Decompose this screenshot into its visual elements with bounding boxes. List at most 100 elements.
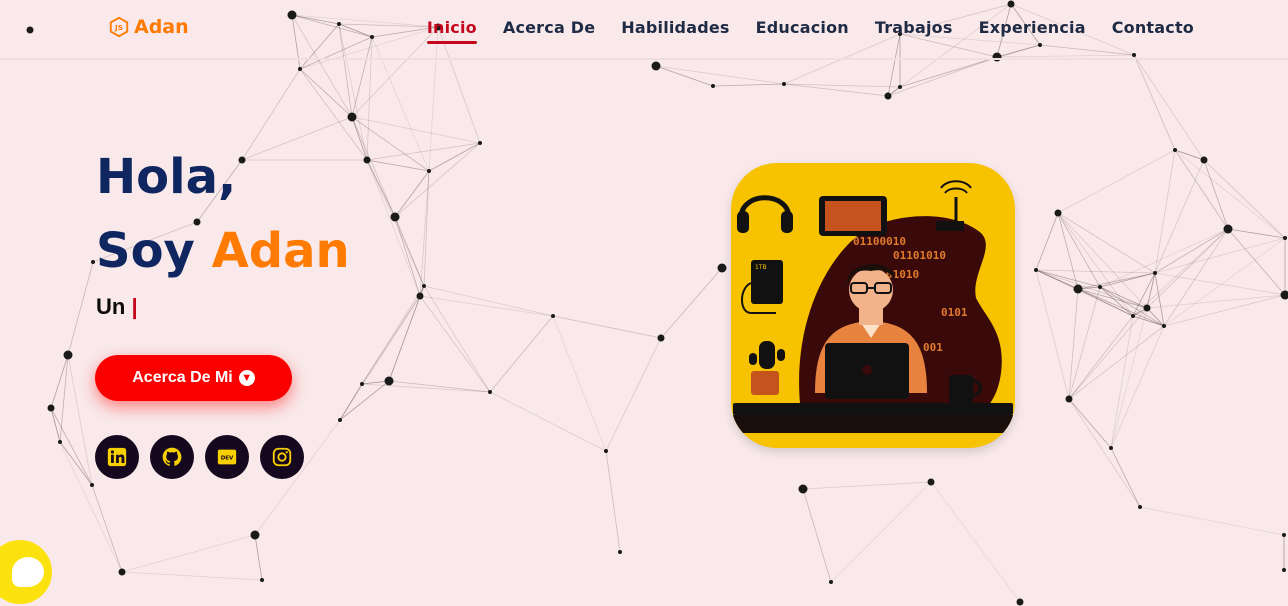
svg-text:1TB: 1TB: [755, 264, 767, 271]
hero-greeting: Hola,: [96, 149, 237, 205]
hero-intro-prefix: Soy: [96, 223, 195, 279]
network-link: [489, 315, 554, 393]
network-node: [298, 67, 302, 71]
network-link: [254, 534, 263, 581]
binary-line-1: 01100010: [853, 235, 906, 248]
router-icon: [936, 180, 972, 231]
hero-text: Hola, Soy Adan Un |: [96, 140, 350, 320]
nav-item-experiencia[interactable]: Experiencia: [979, 18, 1086, 43]
network-node: [884, 92, 892, 100]
network-link: [1203, 159, 1286, 239]
binary-line-4: 0101: [941, 306, 968, 319]
network-node: [711, 84, 715, 88]
network-node: [1223, 224, 1233, 234]
network-link: [1057, 212, 1156, 274]
network-node: [1162, 324, 1166, 328]
network-node: [717, 263, 727, 273]
github-link[interactable]: [150, 435, 194, 479]
network-link: [802, 481, 932, 490]
linkedin-icon: [107, 447, 127, 467]
network-link: [1035, 269, 1070, 400]
network-link: [394, 170, 430, 218]
nav-item-educacion[interactable]: Educacion: [756, 18, 849, 43]
network-link: [830, 481, 932, 583]
network-link: [1110, 315, 1134, 449]
network-node: [1143, 304, 1151, 312]
network-link: [1099, 272, 1156, 288]
network-node: [829, 580, 833, 584]
dev-link[interactable]: DEV: [205, 435, 249, 479]
network-link: [50, 407, 93, 486]
typed-prefix: Un: [96, 294, 126, 319]
network-node: [1131, 314, 1135, 318]
network-link: [366, 159, 425, 287]
network-node: [58, 440, 62, 444]
network-node: [1200, 156, 1208, 164]
network-link: [1203, 159, 1229, 230]
network-link: [1057, 212, 1079, 290]
network-link: [121, 534, 256, 573]
desk-front: [733, 415, 1013, 433]
network-node: [1138, 505, 1142, 509]
social-links: DEV: [95, 435, 304, 479]
network-link: [388, 295, 421, 382]
instagram-link[interactable]: [260, 435, 304, 479]
network-node: [347, 112, 357, 122]
network-link: [1174, 149, 1205, 161]
network-link: [712, 83, 785, 87]
nav-item-contacto[interactable]: Contacto: [1112, 18, 1194, 43]
network-link: [1154, 228, 1229, 274]
network-link: [1099, 286, 1148, 309]
chat-bubble-icon: [12, 557, 44, 587]
svg-text:JS: JS: [114, 23, 123, 32]
nav-item-inicio[interactable]: Inicio: [426, 18, 477, 44]
headphones-icon: [737, 195, 793, 233]
arrow-down-circle-icon: ▼: [238, 370, 255, 386]
github-icon: [162, 447, 182, 466]
network-link: [489, 391, 607, 452]
nav-item-trabajos[interactable]: Trabajos: [875, 18, 953, 43]
tablet-icon: [819, 196, 887, 236]
binary-line-2: 01101010: [893, 249, 946, 262]
about-me-button[interactable]: Acerca De Mi ▼: [95, 355, 292, 401]
network-link: [91, 484, 123, 573]
brand-logo[interactable]: JS Adan: [108, 16, 189, 38]
network-link: [1110, 447, 1141, 508]
network-link: [1133, 54, 1205, 161]
network-node: [1153, 271, 1157, 275]
network-node: [1034, 268, 1038, 272]
network-node: [798, 484, 808, 494]
network-link: [339, 380, 390, 421]
nav-item-habilidades[interactable]: Habilidades: [621, 18, 729, 43]
network-node: [1109, 446, 1113, 450]
network-node: [363, 156, 371, 164]
main-nav: Inicio Acerca De Habilidades Educacion T…: [426, 18, 1194, 44]
hero-name: Adan: [211, 223, 350, 279]
network-node: [604, 449, 608, 453]
top-navbar: JS Adan Inicio Acerca De Habilidades Edu…: [0, 0, 1288, 60]
network-link: [67, 261, 94, 356]
network-link: [366, 159, 430, 172]
network-node: [1054, 209, 1062, 217]
network-link: [339, 295, 421, 421]
network-link: [1057, 212, 1134, 317]
network-link: [299, 68, 353, 118]
network-link: [50, 407, 61, 443]
network-link: [1227, 228, 1286, 296]
cactus-plant-icon: [749, 341, 785, 395]
nav-item-acerca-de[interactable]: Acerca De: [503, 18, 595, 43]
network-node: [90, 483, 94, 487]
developer-illustration: 01100010 01101010 01010 0101 001 1TB: [731, 163, 1015, 448]
network-node: [1282, 533, 1286, 537]
linkedin-link[interactable]: [95, 435, 139, 479]
js-hexagon-icon: JS: [109, 16, 129, 38]
network-node: [657, 334, 665, 342]
network-link: [802, 488, 832, 583]
network-link: [1057, 212, 1148, 309]
network-link: [121, 571, 263, 581]
network-link: [394, 216, 425, 287]
dev-icon: DEV: [217, 449, 237, 465]
network-link: [1163, 237, 1286, 327]
network-node: [384, 376, 394, 386]
network-node: [360, 382, 364, 386]
